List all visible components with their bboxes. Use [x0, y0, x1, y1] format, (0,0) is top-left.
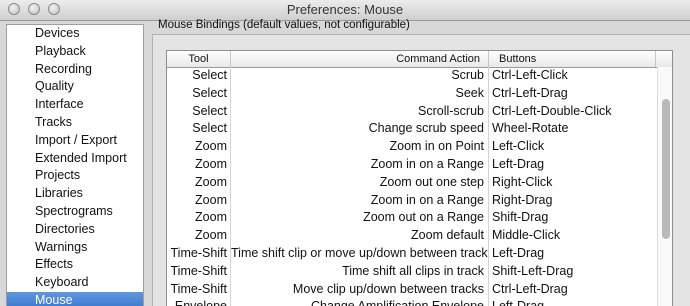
sidebar-item-libraries[interactable]: Libraries — [7, 185, 143, 203]
buttons-cell: Wheel-Rotate — [492, 121, 569, 136]
column-header-command-action[interactable]: Command Action — [231, 51, 489, 67]
sidebar-item-spectrograms[interactable]: Spectrograms — [7, 203, 143, 221]
table-row[interactable]: Zoom Zoom in on a Range Left-Drag — [167, 155, 657, 174]
scrollbar-thumb[interactable] — [662, 99, 670, 239]
buttons-cell: Middle-Click — [492, 228, 561, 243]
sidebar-item-interface[interactable]: Interface — [7, 96, 143, 114]
sidebar-item-recording[interactable]: Recording — [7, 61, 143, 79]
sidebar-item-warnings[interactable]: Warnings — [7, 239, 143, 257]
command-action-cell: Time shift clip or move up/down between … — [231, 244, 489, 263]
preferences-category-list[interactable]: Devices Playback Recording Quality Interface… — [6, 24, 144, 306]
tool-cell: Zoom — [167, 155, 231, 174]
table-row[interactable]: EnvelopeChange Amplification EnvelopeLef… — [167, 298, 657, 306]
command-action-cell: Change scrub speed — [231, 120, 489, 139]
sidebar-item-quality[interactable]: Quality — [7, 78, 143, 96]
vertical-scrollbar[interactable] — [657, 67, 672, 306]
sidebar-item-devices[interactable]: Devices — [7, 25, 143, 43]
buttons-cell: Ctrl-Left-Drag — [492, 85, 568, 100]
tool-cell: Zoom — [167, 209, 231, 228]
sidebar-item-playback[interactable]: Playback — [7, 43, 143, 61]
command-action-cell: Zoom out on a Range — [231, 209, 489, 228]
column-header-buttons[interactable]: Buttons — [489, 51, 656, 67]
tool-cell: Zoom — [167, 138, 231, 156]
tool-cell: Zoom — [167, 173, 231, 192]
tool-cell: Select — [167, 84, 231, 103]
window-title: Preferences: Mouse — [286, 2, 404, 17]
table-row[interactable]: Time-Shift Time shift all clips in track S… — [167, 262, 657, 281]
title-bar: Preferences: Mouse — [0, 0, 690, 21]
table-row[interactable]: Select Scrub Ctrl-Left-Click — [167, 67, 657, 85]
buttons-cell: Shift-Drag — [492, 210, 549, 225]
table-row[interactable]: Zoom Zoom out one step Right-Click — [167, 173, 657, 192]
tool-cell: Zoom — [167, 227, 231, 245]
sidebar-item-mouse[interactable]: Mouse — [7, 291, 143, 306]
command-action-cell: Scroll-scrub — [231, 102, 489, 121]
buttons-cell: Ctrl-Left-Drag — [492, 281, 568, 296]
buttons-cell: Ctrl-Left-Click — [492, 68, 568, 82]
command-action-cell: Change Amplification Envelope — [231, 298, 489, 306]
sidebar-item-projects[interactable]: Projects — [7, 167, 143, 185]
sidebar-item-extended-import[interactable]: Extended Import — [7, 150, 143, 168]
sidebar-item-keyboard[interactable]: Keyboard — [7, 274, 143, 292]
tool-cell: Zoom — [167, 191, 231, 210]
section-label: Mouse Bindings (default values, not conf… — [158, 19, 410, 31]
tool-cell: Time-Shift — [167, 262, 231, 281]
buttons-cell: Shift-Left-Drag — [492, 263, 574, 278]
tool-cell: Time-Shift — [167, 244, 231, 263]
table-row[interactable]: Zoom Zoom in on Point Left-Click — [167, 138, 657, 156]
buttons-cell: Left-Drag — [489, 298, 656, 306]
command-action-cell: Zoom out one step — [231, 173, 489, 192]
command-action-cell: Zoom in on a Range — [231, 191, 489, 210]
command-action-cell: Move clip up/down between tracks — [231, 280, 489, 299]
table-row[interactable]: Select Change scrub speed Wheel-Rotate — [167, 120, 657, 139]
command-action-cell: Zoom in on a Range — [231, 155, 489, 174]
command-action-cell: Zoom in on Point — [231, 138, 489, 156]
table-header: Tool Command Action Buttons — [167, 51, 672, 68]
command-action-cell: Seek — [231, 84, 489, 103]
table-row[interactable]: Zoom Zoom in on a Range Right-Drag — [167, 191, 657, 210]
column-header-tool[interactable]: Tool — [167, 51, 231, 67]
tool-cell: Select — [167, 102, 231, 121]
buttons-cell: Right-Drag — [492, 192, 553, 207]
sidebar-item-directories[interactable]: Directories — [7, 221, 143, 239]
table-row[interactable]: Select Seek Ctrl-Left-Drag — [167, 84, 657, 103]
mouse-bindings-table[interactable]: Tool Command Action Buttons Select Scrub C… — [166, 50, 673, 306]
tool-cell: Time-Shift — [167, 280, 231, 299]
table-row[interactable]: Zoom Zoom default Middle-Click — [167, 227, 657, 245]
command-action-cell: Scrub — [231, 67, 489, 85]
table-row[interactable]: Select Scroll-scrub Ctrl-Left-Double-Click — [167, 102, 657, 121]
command-action-cell: Time shift all clips in track — [231, 262, 489, 281]
sidebar-item-tracks[interactable]: Tracks — [7, 114, 143, 132]
buttons-cell: Left-Drag — [492, 156, 545, 171]
command-action-cell: Zoom default — [231, 227, 489, 245]
tool-cell: Select — [167, 67, 231, 85]
buttons-cell: Ctrl-Left-Double-Click — [492, 103, 612, 118]
tool-cell: Select — [167, 120, 231, 139]
sidebar-item-effects[interactable]: Effects — [7, 256, 143, 274]
buttons-cell: Right-Click — [492, 174, 553, 189]
buttons-cell: Left-Click — [492, 139, 545, 154]
table-row[interactable]: Zoom Zoom out on a Range Shift-Drag — [167, 209, 657, 228]
buttons-cell: Left-Drag — [492, 245, 545, 260]
tool-cell: Envelope — [167, 298, 231, 306]
table-body: Select Scrub Ctrl-Left-Click Select Seek Ctrl… — [167, 67, 657, 306]
table-row[interactable]: Time-Shift Move clip up/down between trac… — [167, 280, 657, 299]
table-row[interactable]: Time-Shift Time shift clip or move up/dow… — [167, 244, 657, 263]
sidebar-item-import-export[interactable]: Import / Export — [7, 132, 143, 150]
